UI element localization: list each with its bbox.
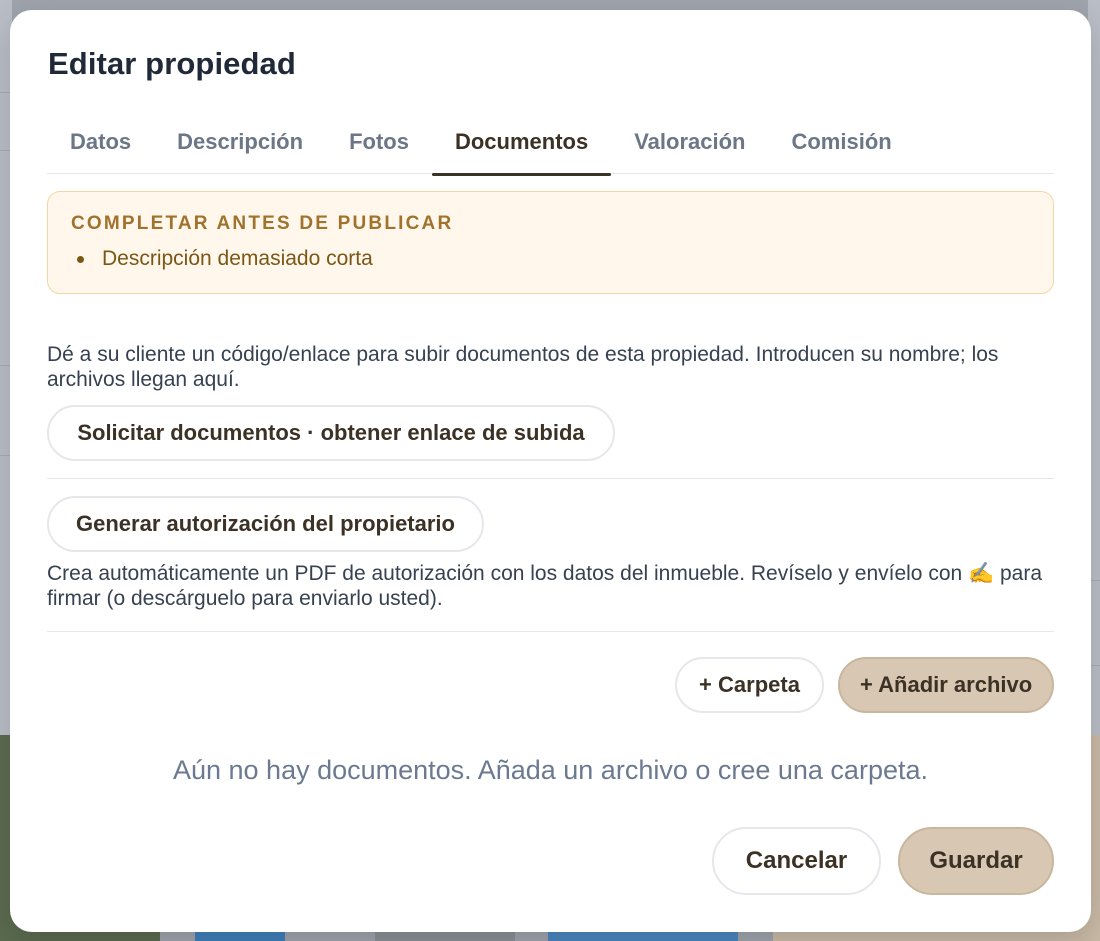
add-folder-button[interactable]: + Carpeta [675,657,824,713]
authorization-description: Crea automáticamente un PDF de autorizac… [47,562,1043,610]
add-file-button[interactable]: + Añadir archivo [838,657,1054,713]
section-divider [47,478,1054,479]
tab-fotos[interactable]: Fotos [326,122,432,174]
warning-title: COMPLETAR ANTES DE PUBLICAR [71,213,454,234]
upload-request-description: Dé a su cliente un código/enlace para su… [47,343,999,391]
warning-list: Descripción demasiado corta [76,245,373,273]
generate-authorization-button[interactable]: Generar autorización del propietario [47,496,484,552]
section-divider [47,631,1054,632]
publish-warning-box: COMPLETAR ANTES DE PUBLICAR Descripción … [47,191,1054,294]
tab-datos[interactable]: Datos [47,122,154,174]
tab-valoracion[interactable]: Valoración [611,122,768,174]
modal-title: Editar propiedad [48,46,296,81]
request-documents-button[interactable]: Solicitar documentos · obtener enlace de… [47,405,615,461]
warning-item: Descripción demasiado corta [76,245,373,273]
tab-bar: Datos Descripción Fotos Documentos Valor… [47,122,1054,176]
tab-comision[interactable]: Comisión [768,122,914,174]
tab-documentos[interactable]: Documentos [431,122,612,176]
cancel-button[interactable]: Cancelar [712,827,881,895]
tab-descripcion[interactable]: Descripción [154,122,326,174]
save-button[interactable]: Guardar [898,827,1054,895]
empty-documents-message: Aún no hay documentos. Añada un archivo … [172,755,928,785]
edit-property-modal: Editar propiedad Datos Descripción Fotos… [10,10,1091,932]
